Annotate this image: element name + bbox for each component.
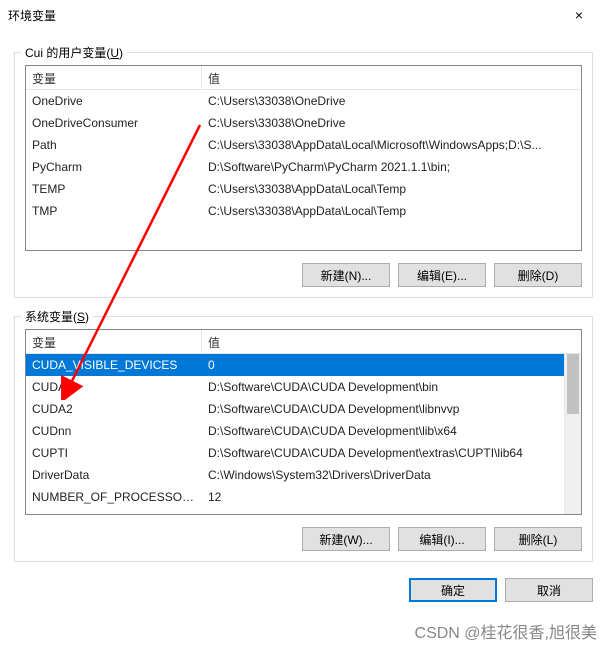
scrollbar-thumb[interactable] xyxy=(567,354,579,414)
system-new-button[interactable]: 新建(W)... xyxy=(302,527,390,551)
cell-name: DriverData xyxy=(26,468,202,482)
cell-name: CUPTI xyxy=(26,446,202,460)
table-row[interactable]: PyCharmD:\Software\PyCharm\PyCharm 2021.… xyxy=(26,156,581,178)
dialog-footer: 确定 取消 xyxy=(0,568,607,616)
user-group-label: Cui 的用户变量(U) xyxy=(21,44,127,61)
table-row[interactable]: CUPTID:\Software\CUDA\CUDA Development\e… xyxy=(26,442,581,464)
titlebar: 环境变量 × xyxy=(0,0,607,30)
user-table-header: 变量 值 xyxy=(26,66,581,90)
ok-button[interactable]: 确定 xyxy=(409,578,497,602)
table-row[interactable]: DriverDataC:\Windows\System32\Drivers\Dr… xyxy=(26,464,581,486)
cell-value: D:\Software\PyCharm\PyCharm 2021.1.1\bin… xyxy=(202,160,581,174)
window-title: 环境变量 xyxy=(8,7,559,24)
cell-value: D:\Software\CUDA\CUDA Development\lib\x6… xyxy=(202,424,581,438)
col-value[interactable]: 值 xyxy=(202,66,581,89)
cell-value: 12 xyxy=(202,490,581,504)
user-delete-button[interactable]: 删除(D) xyxy=(494,263,582,287)
cell-value: D:\Software\CUDA\CUDA Development\bin xyxy=(202,380,581,394)
cell-value: C:\Users\33038\OneDrive xyxy=(202,116,581,130)
cell-value: D:\Software\CUDA\CUDA Development\libnvv… xyxy=(202,402,581,416)
table-row[interactable]: TEMPC:\Users\33038\AppData\Local\Temp xyxy=(26,178,581,200)
cell-value: 0 xyxy=(202,358,581,372)
table-row[interactable]: CUDA_VISIBLE_DEVICES0 xyxy=(26,354,581,376)
table-row[interactable]: PathC:\Users\33038\AppData\Local\Microso… xyxy=(26,134,581,156)
cell-value: C:\Users\33038\AppData\Local\Microsoft\W… xyxy=(202,138,581,152)
system-variables-group: 系统变量(S) 变量 值 CUDA_VISIBLE_DEVICES0CUDA1D… xyxy=(14,316,593,562)
system-group-label: 系统变量(S) xyxy=(21,308,93,325)
cancel-button[interactable]: 取消 xyxy=(505,578,593,602)
cell-value: C:\Users\33038\OneDrive xyxy=(202,94,581,108)
table-row[interactable]: OneDriveConsumerC:\Users\33038\OneDrive xyxy=(26,112,581,134)
user-edit-button[interactable]: 编辑(E)... xyxy=(398,263,486,287)
col-name[interactable]: 变量 xyxy=(26,330,202,353)
cell-name: CUDA_VISIBLE_DEVICES xyxy=(26,358,202,372)
cell-name: CUDnn xyxy=(26,424,202,438)
cell-name: TEMP xyxy=(26,182,202,196)
user-variables-group: Cui 的用户变量(U) 变量 值 OneDriveC:\Users\33038… xyxy=(14,52,593,298)
table-row[interactable]: NUMBER_OF_PROCESSORS12 xyxy=(26,486,581,508)
cell-name: Path xyxy=(26,138,202,152)
close-icon: × xyxy=(575,7,583,23)
table-row[interactable]: CUDA1D:\Software\CUDA\CUDA Development\b… xyxy=(26,376,581,398)
system-edit-button[interactable]: 编辑(I)... xyxy=(398,527,486,551)
user-variables-table[interactable]: 变量 值 OneDriveC:\Users\33038\OneDriveOneD… xyxy=(25,65,582,251)
cell-name: CUDA2 xyxy=(26,402,202,416)
table-row[interactable]: CUDnnD:\Software\CUDA\CUDA Development\l… xyxy=(26,420,581,442)
user-new-button[interactable]: 新建(N)... xyxy=(302,263,390,287)
system-variables-table[interactable]: 变量 值 CUDA_VISIBLE_DEVICES0CUDA1D:\Softwa… xyxy=(25,329,582,515)
cell-name: TMP xyxy=(26,204,202,218)
table-row[interactable]: OneDriveC:\Users\33038\OneDrive xyxy=(26,90,581,112)
cell-name: PyCharm xyxy=(26,160,202,174)
watermark: CSDN @桂花很香,旭很美 xyxy=(415,619,597,643)
col-value[interactable]: 值 xyxy=(202,330,581,353)
cell-value: C:\Users\33038\AppData\Local\Temp xyxy=(202,204,581,218)
col-name[interactable]: 变量 xyxy=(26,66,202,89)
cell-name: OneDrive xyxy=(26,94,202,108)
cell-name: CUDA1 xyxy=(26,380,202,394)
cell-value: D:\Software\CUDA\CUDA Development\extras… xyxy=(202,446,581,460)
cell-name: OneDriveConsumer xyxy=(26,116,202,130)
cell-name: NUMBER_OF_PROCESSORS xyxy=(26,490,202,504)
system-delete-button[interactable]: 删除(L) xyxy=(494,527,582,551)
close-button[interactable]: × xyxy=(559,1,599,29)
table-row[interactable]: TMPC:\Users\33038\AppData\Local\Temp xyxy=(26,200,581,222)
cell-value: C:\Windows\System32\Drivers\DriverData xyxy=(202,468,581,482)
system-table-header: 变量 值 xyxy=(26,330,581,354)
table-row[interactable]: CUDA2D:\Software\CUDA\CUDA Development\l… xyxy=(26,398,581,420)
scrollbar[interactable] xyxy=(564,354,581,514)
cell-value: C:\Users\33038\AppData\Local\Temp xyxy=(202,182,581,196)
